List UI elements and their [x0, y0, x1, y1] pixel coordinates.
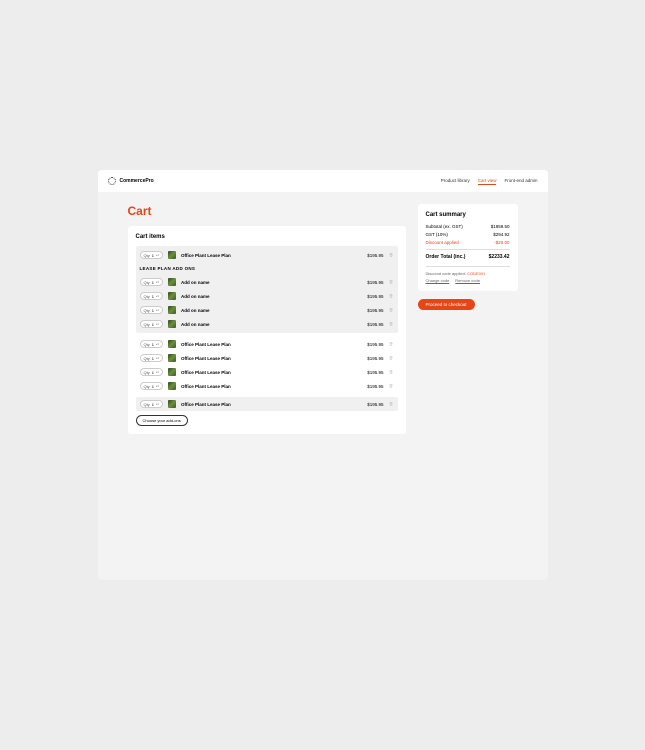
product-thumb	[168, 320, 176, 328]
product-thumb	[168, 368, 176, 376]
cart-row: Qty1▴▾ Add on name $195.95	[136, 289, 398, 303]
item-price: $195.95	[367, 356, 383, 361]
cart-row: Qty1▴▾ Office Plant Lease Plan $195.95	[136, 365, 398, 379]
item-price: $195.95	[367, 402, 383, 407]
brand-name: CommercePro	[120, 178, 154, 184]
item-name: Office Plant Lease Plan	[181, 253, 362, 258]
qty-stepper[interactable]: Qty1▴▾	[140, 278, 163, 286]
qty-stepper[interactable]: Qty1▴▾	[140, 340, 163, 348]
delete-icon[interactable]	[389, 370, 394, 375]
item-name: Office Plant Lease Plan	[181, 356, 362, 361]
cart-items-card: Cart items Qty1▴▾ Office Plant Lease Pla…	[128, 226, 406, 434]
summary-title: Cart summary	[426, 212, 510, 218]
cart-row: Qty1▴▾ Office Plant Lease Plan $195.95	[136, 337, 398, 351]
product-thumb	[168, 306, 176, 314]
nav-front-end-admin[interactable]: Front-end admin	[504, 178, 537, 185]
remove-code-link[interactable]: Remove code	[455, 278, 480, 283]
page-title: Cart	[128, 204, 406, 218]
product-thumb	[168, 340, 176, 348]
item-price: $195.95	[367, 294, 383, 299]
chevron-updown-icon[interactable]: ▴▾	[156, 281, 159, 283]
item-price: $195.95	[367, 280, 383, 285]
discount-code: CODE001	[467, 271, 485, 276]
delete-icon[interactable]	[389, 322, 394, 327]
chevron-updown-icon[interactable]: ▴▾	[156, 385, 159, 387]
item-name: Add on name	[181, 322, 362, 327]
cart-row: Qty1▴▾ Office Plant Lease Plan $195.95	[136, 379, 398, 393]
product-thumb	[168, 400, 176, 408]
addons-heading: LEASE PLAN ADD ONS	[136, 262, 398, 275]
cart-row: Qty1▴▾ Add on name $195.95	[136, 303, 398, 317]
qty-stepper[interactable]: Qty1▴▾	[140, 320, 163, 328]
nav: Product library Cart view Front-end admi…	[441, 178, 538, 185]
main-item-group: Qty1▴▾ Office Plant Lease Plan $195.95 L…	[136, 246, 398, 333]
item-price: $195.95	[367, 253, 383, 258]
delete-icon[interactable]	[389, 384, 394, 389]
qty-stepper[interactable]: Qty1▴▾	[140, 382, 163, 390]
qty-stepper[interactable]: Qty1▴▾	[140, 354, 163, 362]
delete-icon[interactable]	[389, 294, 394, 299]
summary-total-row: Order Total (inc.)$2233.42	[426, 249, 510, 260]
item-price: $195.95	[367, 308, 383, 313]
chevron-updown-icon[interactable]: ▴▾	[156, 295, 159, 297]
delete-icon[interactable]	[389, 308, 394, 313]
item-name: Add on name	[181, 280, 362, 285]
summary-row: GST (10%)$294.92	[426, 232, 510, 237]
cart-summary-card: Cart summary Subtotal (ex. GST)$1959.50 …	[418, 204, 518, 291]
qty-stepper[interactable]: Qty1▴▾	[140, 400, 163, 408]
cart-row: Qty1▴▾ Add on name $195.95	[136, 317, 398, 331]
item-name: Office Plant Lease Plan	[181, 370, 362, 375]
cart-row: Qty1▴▾ Office Plant Lease Plan $195.95	[136, 351, 398, 365]
product-thumb	[168, 354, 176, 362]
cart-items-title: Cart items	[136, 234, 398, 240]
item-price: $195.95	[367, 342, 383, 347]
summary-row: Subtotal (ex. GST)$1959.50	[426, 224, 510, 229]
change-code-link[interactable]: Change code	[426, 278, 450, 283]
chevron-updown-icon[interactable]: ▴▾	[156, 309, 159, 311]
cart-row: Qty1▴▾ Office Plant Lease Plan $195.95	[136, 397, 398, 411]
delete-icon[interactable]	[389, 402, 394, 407]
nav-product-library[interactable]: Product library	[441, 178, 470, 185]
delete-icon[interactable]	[389, 356, 394, 361]
qty-stepper[interactable]: Qty1▴▾	[140, 292, 163, 300]
chevron-updown-icon[interactable]: ▴▾	[156, 403, 159, 405]
item-price: $195.95	[367, 384, 383, 389]
choose-addons-button[interactable]: Choose your add-ons	[136, 415, 188, 426]
logo-icon	[108, 177, 116, 185]
item-name: Add on name	[181, 308, 362, 313]
chevron-updown-icon[interactable]: ▴▾	[156, 323, 159, 325]
brand: CommercePro	[108, 177, 154, 185]
product-thumb	[168, 292, 176, 300]
product-thumb	[168, 382, 176, 390]
item-name: Office Plant Lease Plan	[181, 342, 362, 347]
item-name: Office Plant Lease Plan	[181, 384, 362, 389]
delete-icon[interactable]	[389, 253, 394, 258]
header: CommercePro Product library Cart view Fr…	[98, 170, 548, 192]
item-name: Office Plant Lease Plan	[181, 402, 362, 407]
delete-icon[interactable]	[389, 280, 394, 285]
product-thumb	[168, 278, 176, 286]
chevron-updown-icon[interactable]: ▴▾	[156, 371, 159, 373]
product-thumb	[168, 251, 176, 259]
qty-stepper[interactable]: Qty1▴▾	[140, 368, 163, 376]
qty-stepper[interactable]: Qty1▴▾	[140, 306, 163, 314]
chevron-updown-icon[interactable]: ▴▾	[156, 254, 159, 256]
discount-code-info: Discount code applied: CODE001 Change co…	[426, 266, 510, 283]
delete-icon[interactable]	[389, 342, 394, 347]
summary-discount-row: Discount applied-$20.00	[426, 240, 510, 245]
chevron-updown-icon[interactable]: ▴▾	[156, 357, 159, 359]
item-price: $195.95	[367, 370, 383, 375]
qty-stepper[interactable]: Qty1▴▾	[140, 251, 163, 259]
item-price: $195.95	[367, 322, 383, 327]
item-name: Add on name	[181, 294, 362, 299]
cart-row: Qty1▴▾ Office Plant Lease Plan $195.95	[136, 248, 398, 262]
proceed-to-checkout-button[interactable]: Proceed to checkout	[418, 299, 475, 310]
cart-row: Qty1▴▾ Add on name $195.95	[136, 275, 398, 289]
nav-cart-view[interactable]: Cart view	[478, 178, 497, 185]
chevron-updown-icon[interactable]: ▴▾	[156, 343, 159, 345]
